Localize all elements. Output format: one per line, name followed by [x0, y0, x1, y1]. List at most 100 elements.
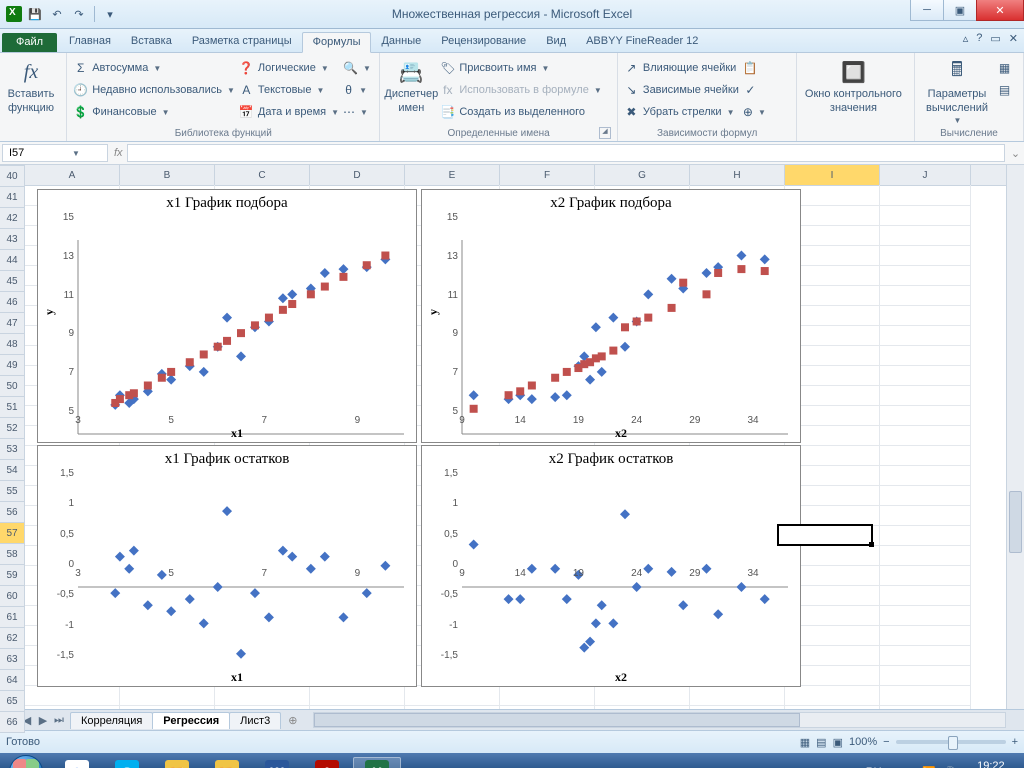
cell[interactable] [880, 225, 971, 246]
sheet-tab[interactable]: Лист3 [229, 712, 281, 729]
column-header[interactable]: A [25, 165, 120, 185]
tab-вид[interactable]: Вид [536, 32, 576, 52]
row-header[interactable]: 41 [0, 187, 24, 208]
name-box-input[interactable] [7, 146, 71, 160]
column-headers[interactable]: ABCDEFGHIJ [25, 165, 1024, 186]
cell[interactable] [880, 485, 971, 506]
row-header[interactable]: 48 [0, 334, 24, 355]
row-header[interactable]: 64 [0, 670, 24, 691]
cell[interactable] [880, 665, 971, 686]
view-normal-icon[interactable]: ▦ [800, 736, 810, 749]
cell[interactable] [880, 505, 971, 526]
row-header[interactable]: 52 [0, 418, 24, 439]
ribbon-item[interactable]: ▤ [997, 80, 1017, 100]
insert-function-button[interactable]: fx Вставитьфункцию [6, 55, 56, 114]
new-sheet-button[interactable]: ⊕ [280, 712, 305, 729]
taskbar-app[interactable]: W [253, 757, 301, 768]
name-manager-button[interactable]: 📇 Диспетчеримен [386, 55, 436, 122]
cell[interactable] [880, 545, 971, 566]
cell[interactable] [880, 465, 971, 486]
tab-file[interactable]: Файл [2, 33, 57, 52]
cell[interactable] [880, 525, 971, 546]
taskbar-app[interactable]: ◉ [53, 757, 101, 768]
row-header[interactable]: 45 [0, 271, 24, 292]
cell[interactable] [880, 265, 971, 286]
column-header[interactable]: H [690, 165, 785, 185]
cell[interactable] [880, 425, 971, 446]
row-header[interactable]: 44 [0, 250, 24, 271]
horizontal-scrollbar[interactable] [313, 712, 1006, 728]
row-header[interactable]: 62 [0, 628, 24, 649]
cell[interactable] [880, 285, 971, 306]
cell[interactable] [880, 565, 971, 586]
help-icon[interactable]: ? [976, 32, 982, 45]
taskbar-app[interactable]: 📂 [203, 757, 251, 768]
cell[interactable] [880, 625, 971, 646]
zoom-thumb[interactable] [948, 736, 958, 750]
row-header[interactable]: 58 [0, 544, 24, 565]
mdi-close-icon[interactable]: ✕ [1009, 32, 1018, 45]
taskbar-app[interactable]: 📁 [153, 757, 201, 768]
cell[interactable] [880, 365, 971, 386]
taskbar-app[interactable]: S [103, 757, 151, 768]
scrollbar-thumb[interactable] [314, 713, 799, 727]
row-header[interactable]: 55 [0, 481, 24, 502]
cell[interactable] [880, 325, 971, 346]
start-button[interactable] [0, 753, 52, 768]
column-header[interactable]: G [595, 165, 690, 185]
ribbon-item[interactable]: ↗Влияющие ячейки [624, 58, 739, 78]
chart-c3[interactable]: x1 График остатков3579-1,5-1-0,500,511,5… [37, 445, 417, 687]
row-header[interactable]: 66 [0, 712, 24, 733]
column-header[interactable]: I [785, 165, 880, 185]
chart-c2[interactable]: x2 График подбора91419242934579111315x2y [421, 189, 801, 443]
ribbon-item[interactable]: 🕘Недавно использовались▼ [73, 80, 235, 100]
ribbon-item[interactable]: θ▼ [343, 80, 367, 100]
formula-input[interactable] [127, 144, 1005, 162]
row-header[interactable]: 53 [0, 439, 24, 460]
active-cell[interactable] [777, 524, 873, 546]
minimize-button[interactable]: ─ [910, 0, 944, 21]
row-header[interactable]: 46 [0, 292, 24, 313]
maximize-button[interactable]: ▣ [943, 0, 977, 21]
fx-icon[interactable]: fx [114, 147, 123, 159]
undo-button[interactable]: ↶ [48, 5, 66, 23]
row-header[interactable]: 47 [0, 313, 24, 334]
chart-c1[interactable]: x1 График подбора3579579111315x1y [37, 189, 417, 443]
ribbon-item[interactable]: 📅Дата и время▼ [239, 102, 339, 122]
worksheet-grid[interactable]: 4041424344454647484950515253545556575859… [0, 165, 1024, 709]
row-header[interactable]: 40 [0, 166, 24, 187]
tab-данные[interactable]: Данные [371, 32, 431, 52]
tab-формулы[interactable]: Формулы [302, 32, 372, 53]
ribbon-item[interactable]: ΣАвтосумма▼ [73, 58, 235, 78]
zoom-in-button[interactable]: + [1012, 736, 1018, 748]
view-pagebreak-icon[interactable]: ▣ [833, 736, 843, 749]
ribbon-minimize-icon[interactable]: ▵ [963, 32, 969, 45]
row-header[interactable]: 42 [0, 208, 24, 229]
row-header[interactable]: 65 [0, 691, 24, 712]
dialog-launcher-icon[interactable]: ◢ [599, 127, 611, 139]
ribbon-item[interactable]: ↘Зависимые ячейки [624, 80, 739, 100]
row-header[interactable]: 60 [0, 586, 24, 607]
redo-button[interactable]: ↷ [70, 5, 88, 23]
row-header[interactable]: 54 [0, 460, 24, 481]
ribbon-item[interactable]: fxИспользовать в формуле▼ [440, 80, 601, 100]
cell[interactable] [880, 205, 971, 226]
row-header[interactable]: 63 [0, 649, 24, 670]
cell[interactable] [880, 405, 971, 426]
ribbon-item[interactable]: 🔍▼ [343, 58, 367, 78]
ribbon-item[interactable]: ✓ [743, 80, 765, 100]
cell[interactable] [880, 345, 971, 366]
cell[interactable] [880, 705, 971, 709]
scrollbar-thumb[interactable] [1009, 491, 1022, 553]
cell[interactable] [880, 245, 971, 266]
taskbar-app[interactable]: X [353, 757, 401, 768]
zoom-out-button[interactable]: − [883, 736, 889, 748]
ribbon-item[interactable]: 📑Создать из выделенного [440, 102, 601, 122]
ribbon-item[interactable]: ▦ [997, 58, 1017, 78]
name-box[interactable]: ▼ [2, 144, 108, 162]
view-layout-icon[interactable]: ▤ [816, 736, 826, 749]
row-header[interactable]: 59 [0, 565, 24, 586]
sheet-tab[interactable]: Регрессия [152, 712, 230, 729]
save-button[interactable]: 💾 [26, 5, 44, 23]
column-header[interactable]: E [405, 165, 500, 185]
